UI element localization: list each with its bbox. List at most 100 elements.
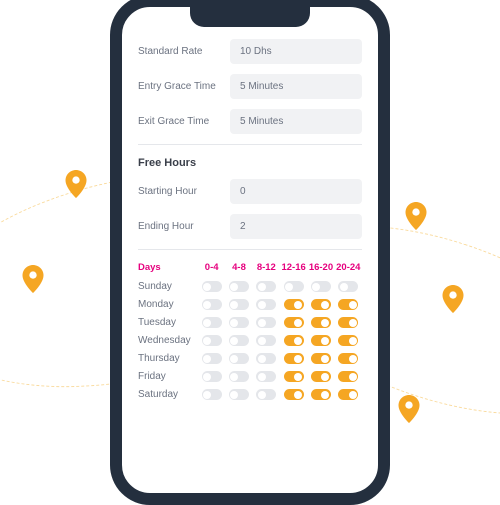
header-days: Days: [138, 262, 198, 273]
schedule-toggle[interactable]: [202, 353, 222, 364]
header-slot: 12-16: [280, 262, 307, 273]
schedule-toggle[interactable]: [202, 281, 222, 292]
schedule-toggle[interactable]: [229, 335, 249, 346]
schedule-toggle[interactable]: [256, 353, 276, 364]
schedule-toggle[interactable]: [311, 371, 331, 382]
label-ending-hour: Ending Hour: [138, 221, 230, 232]
schedule-toggle[interactable]: [284, 299, 304, 310]
schedule-cell: [280, 281, 307, 292]
divider: [138, 144, 362, 145]
schedule-cell: [280, 299, 307, 310]
schedule-toggle[interactable]: [202, 389, 222, 400]
schedule-toggle[interactable]: [229, 371, 249, 382]
schedule-toggle[interactable]: [311, 281, 331, 292]
schedule-cell: [225, 317, 252, 328]
schedule-cell: [198, 353, 225, 364]
label-entry-grace: Entry Grace Time: [138, 81, 230, 92]
schedule-toggle[interactable]: [284, 335, 304, 346]
schedule-cell: [253, 389, 280, 400]
input-exit-grace[interactable]: 5 Minutes: [230, 109, 362, 134]
schedule-toggle[interactable]: [256, 281, 276, 292]
schedule-toggle[interactable]: [311, 299, 331, 310]
schedule-cell: [335, 389, 362, 400]
schedule-cell: [307, 389, 334, 400]
schedule-toggle[interactable]: [202, 299, 222, 310]
schedule-row: Monday: [138, 299, 362, 310]
schedule-toggle[interactable]: [202, 335, 222, 346]
schedule-row: Friday: [138, 371, 362, 382]
schedule-toggle[interactable]: [338, 335, 358, 346]
schedule-toggle[interactable]: [338, 371, 358, 382]
input-starting-hour[interactable]: 0: [230, 179, 362, 204]
schedule-toggle[interactable]: [338, 281, 358, 292]
schedule-cell: [253, 335, 280, 346]
schedule-toggle[interactable]: [229, 281, 249, 292]
location-pin-icon: [398, 395, 420, 423]
day-label: Tuesday: [138, 317, 198, 328]
schedule-cell: [307, 353, 334, 364]
schedule-cell: [307, 335, 334, 346]
schedule-toggle[interactable]: [256, 299, 276, 310]
schedule-toggle[interactable]: [202, 317, 222, 328]
schedule-toggle[interactable]: [256, 317, 276, 328]
schedule-toggle[interactable]: [256, 371, 276, 382]
schedule-toggle[interactable]: [229, 389, 249, 400]
schedule-toggle[interactable]: [284, 353, 304, 364]
schedule-cell: [307, 299, 334, 310]
schedule-toggle[interactable]: [311, 317, 331, 328]
day-label: Thursday: [138, 353, 198, 364]
schedule-cell: [253, 299, 280, 310]
schedule-toggle[interactable]: [229, 353, 249, 364]
schedule-toggle[interactable]: [311, 353, 331, 364]
schedule-row: Saturday: [138, 389, 362, 400]
location-pin-icon: [442, 285, 464, 313]
schedule-toggle[interactable]: [256, 389, 276, 400]
header-slot: 16-20: [307, 262, 334, 273]
schedule-cell: [225, 299, 252, 310]
row-ending-hour: Ending Hour 2: [138, 214, 362, 239]
input-entry-grace[interactable]: 5 Minutes: [230, 74, 362, 99]
schedule-cell: [198, 317, 225, 328]
schedule-toggle[interactable]: [338, 389, 358, 400]
location-pin-icon: [65, 170, 87, 198]
schedule-toggle[interactable]: [284, 281, 304, 292]
schedule-toggle[interactable]: [311, 389, 331, 400]
schedule-toggle[interactable]: [284, 317, 304, 328]
schedule-cell: [307, 371, 334, 382]
schedule-cell: [280, 317, 307, 328]
input-ending-hour[interactable]: 2: [230, 214, 362, 239]
schedule-row: Sunday: [138, 281, 362, 292]
schedule-toggle[interactable]: [284, 371, 304, 382]
day-label: Friday: [138, 371, 198, 382]
schedule-row: Thursday: [138, 353, 362, 364]
header-slot: 0-4: [198, 262, 225, 273]
day-label: Monday: [138, 299, 198, 310]
schedule-cell: [280, 371, 307, 382]
schedule-toggle[interactable]: [338, 299, 358, 310]
row-exit-grace: Exit Grace Time 5 Minutes: [138, 109, 362, 134]
schedule-cell: [225, 389, 252, 400]
schedule-cell: [335, 353, 362, 364]
day-label: Sunday: [138, 281, 198, 292]
schedule-cell: [280, 353, 307, 364]
input-standard-rate[interactable]: 10 Dhs: [230, 39, 362, 64]
schedule-row: Wednesday: [138, 335, 362, 346]
schedule-toggle[interactable]: [338, 353, 358, 364]
schedule-toggle[interactable]: [229, 299, 249, 310]
label-starting-hour: Starting Hour: [138, 186, 230, 197]
schedule-cell: [335, 371, 362, 382]
location-pin-icon: [22, 265, 44, 293]
schedule-cell: [198, 299, 225, 310]
schedule-toggle[interactable]: [229, 317, 249, 328]
phone-notch: [190, 5, 310, 27]
label-exit-grace: Exit Grace Time: [138, 116, 230, 127]
schedule-toggle[interactable]: [256, 335, 276, 346]
row-entry-grace: Entry Grace Time 5 Minutes: [138, 74, 362, 99]
schedule-toggle[interactable]: [284, 389, 304, 400]
schedule-toggle[interactable]: [338, 317, 358, 328]
divider: [138, 249, 362, 250]
schedule-toggle[interactable]: [202, 371, 222, 382]
schedule-toggle[interactable]: [311, 335, 331, 346]
schedule-cell: [225, 371, 252, 382]
schedule-table: Days 0-44-88-1212-1616-2020-24 SundayMon…: [138, 262, 362, 400]
